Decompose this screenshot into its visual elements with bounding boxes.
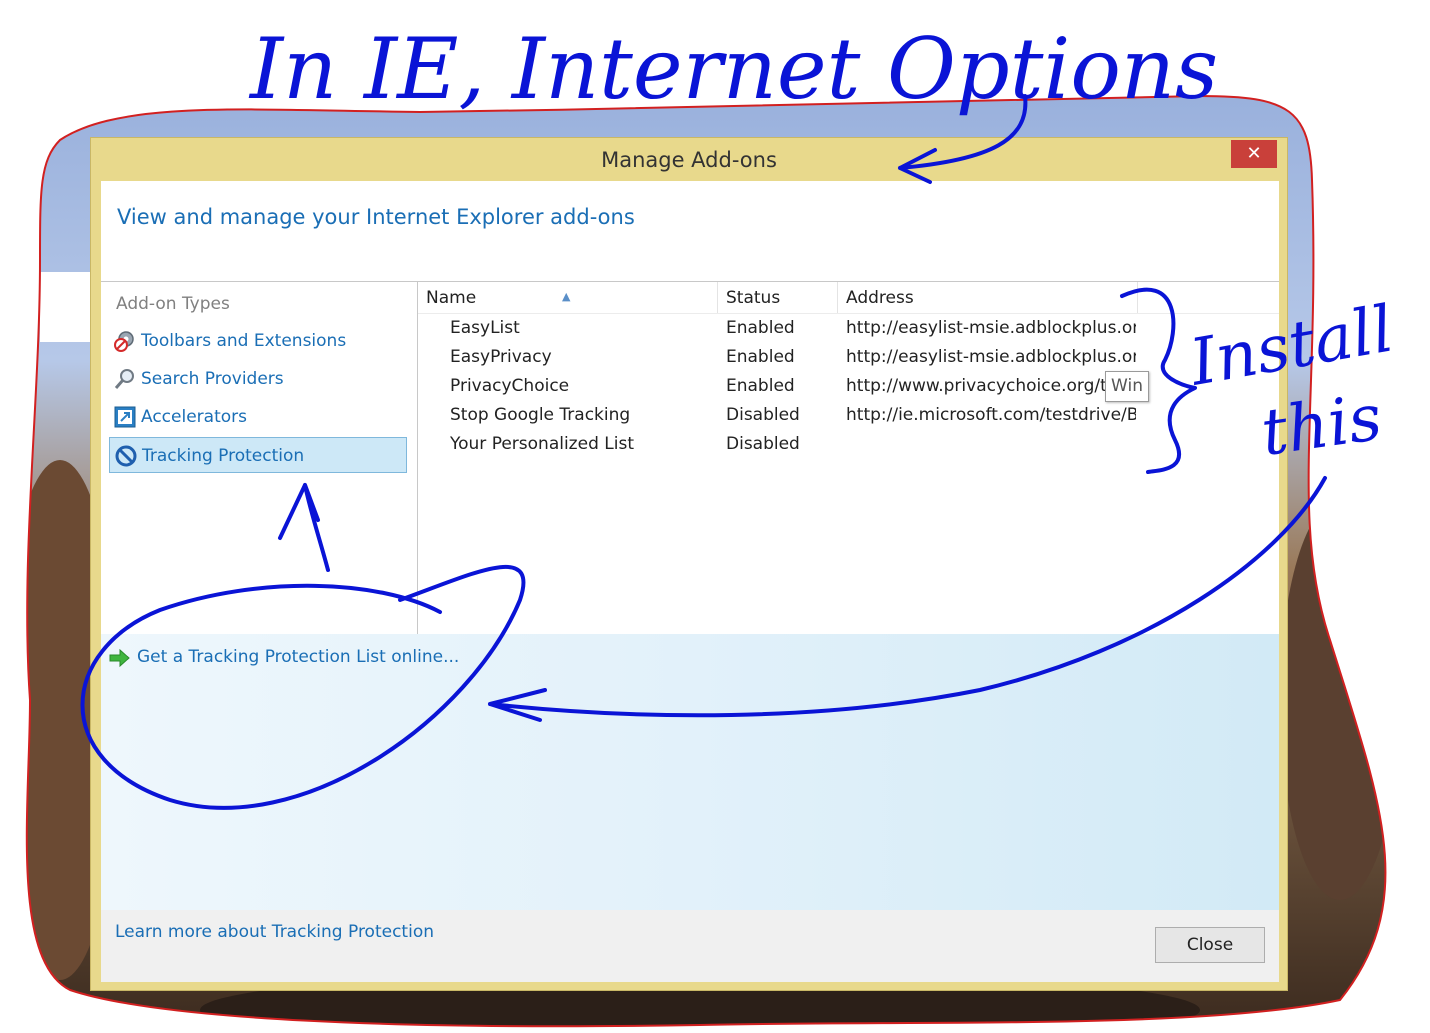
list-item[interactable]: EasyList Enabled http://easylist-msie.ad…	[418, 314, 1279, 343]
list-item-status: Disabled	[726, 434, 800, 454]
addon-list: Name ▲ Status Address EasyList Enabled h…	[418, 282, 1279, 634]
close-window-button[interactable]: ✕	[1231, 140, 1277, 168]
column-header-status[interactable]: Status	[718, 282, 838, 313]
tooltip: Win	[1105, 371, 1149, 402]
dialog-title: Manage Add-ons	[601, 148, 777, 172]
sidebar-item-tracking-protection[interactable]: Tracking Protection	[109, 437, 407, 473]
sidebar-item-label: Tracking Protection	[142, 446, 305, 466]
list-item-address: http://ie.microsoft.com/testdrive/B...	[846, 405, 1136, 425]
sidebar-item-label: Search Providers	[141, 369, 284, 389]
list-item-name: EasyList	[450, 318, 520, 338]
list-item-name: PrivacyChoice	[450, 376, 570, 396]
dialog-header: View and manage your Internet Explorer a…	[101, 181, 1279, 282]
list-item-status: Enabled	[726, 376, 795, 396]
sort-up-icon: ▲	[562, 290, 571, 303]
close-button[interactable]: Close	[1155, 927, 1265, 963]
list-item[interactable]: PrivacyChoice Enabled http://www.privacy…	[418, 372, 1279, 401]
list-item-status: Disabled	[726, 405, 800, 425]
sidebar-item-toolbars[interactable]: Toolbars and Extensions	[109, 323, 407, 359]
header-title: View and manage your Internet Explorer a…	[117, 205, 635, 229]
learn-more-link[interactable]: Learn more about Tracking Protection	[115, 922, 434, 942]
list-item[interactable]: Your Personalized List Disabled	[418, 430, 1279, 459]
list-item-name: Stop Google Tracking	[450, 405, 631, 425]
list-item-address: http://easylist-msie.adblockplus.or...	[846, 318, 1136, 338]
green-arrow-icon	[109, 648, 130, 668]
details-pane: Get a Tracking Protection List online...	[101, 634, 1279, 910]
get-tracking-list-label: Get a Tracking Protection List online...	[137, 647, 460, 667]
column-header-name[interactable]: Name ▲	[418, 282, 718, 313]
sidebar-item-accelerators[interactable]: Accelerators	[109, 399, 407, 435]
list-item-address: http://easylist-msie.adblockplus.or...	[846, 347, 1136, 367]
column-header-address[interactable]: Address	[838, 282, 1138, 313]
column-status-label: Status	[726, 288, 781, 308]
list-header: Name ▲ Status Address	[418, 282, 1279, 314]
sidebar-item-label: Toolbars and Extensions	[141, 331, 347, 351]
list-item-status: Enabled	[726, 318, 795, 338]
list-item[interactable]: Stop Google Tracking Disabled http://ie.…	[418, 401, 1279, 430]
sidebar-item-label: Accelerators	[141, 407, 247, 427]
addon-types-pane: Add-on Types Toolbars and Extensions Sea…	[101, 282, 418, 634]
list-item-name: EasyPrivacy	[450, 347, 552, 367]
list-item[interactable]: EasyPrivacy Enabled http://easylist-msie…	[418, 343, 1279, 372]
sidebar-item-search-providers[interactable]: Search Providers	[109, 361, 407, 397]
screenshot-page: Manage Add-ons ✕ View and manage your In…	[0, 0, 1430, 1033]
list-item-status: Enabled	[726, 347, 795, 367]
list-item-name: Your Personalized List	[450, 434, 634, 454]
list-item-address: http://www.privacychoice.org/tra	[846, 376, 1125, 396]
column-name-label: Name	[426, 288, 477, 308]
gear-blocked-icon	[114, 331, 134, 352]
accelerator-icon	[114, 406, 136, 428]
addon-types-label: Add-on Types	[116, 294, 230, 314]
dialog-footer: Learn more about Tracking Protection Clo…	[101, 910, 1279, 982]
magnifier-icon	[114, 369, 134, 389]
column-address-label: Address	[846, 288, 914, 308]
no-entry-icon	[115, 445, 137, 467]
dialog-client-area: View and manage your Internet Explorer a…	[101, 181, 1279, 982]
manage-addons-dialog: Manage Add-ons ✕ View and manage your In…	[90, 137, 1288, 991]
